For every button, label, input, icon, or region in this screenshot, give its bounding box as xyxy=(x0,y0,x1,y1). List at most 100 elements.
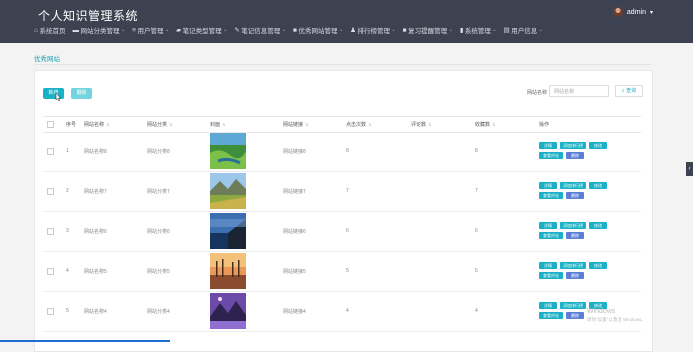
row-checkbox[interactable] xyxy=(47,188,54,195)
cell-category: 网站分类7 xyxy=(147,189,170,195)
edit-button[interactable]: 修改 xyxy=(589,182,607,189)
user-name: admin xyxy=(626,8,646,16)
cell-index: 1 xyxy=(66,148,69,154)
add-ranking-button[interactable]: 添加排行榜 xyxy=(560,262,586,269)
nav-item-label: 用户管理 xyxy=(137,28,164,35)
col-favorites[interactable]: 收藏数 ⇅ xyxy=(475,121,495,128)
cell-name: 网站名称4 xyxy=(84,309,107,315)
row-checkbox[interactable] xyxy=(47,148,54,155)
nav-item-9[interactable]: ▤ 用户信息 ⌄ xyxy=(504,25,543,35)
nav-item-label: 系统首页 xyxy=(39,28,66,35)
col-link[interactable]: 网站链接 ⇅ xyxy=(283,121,308,128)
caret-down-icon: ▾ xyxy=(649,9,653,16)
cell-index: 2 xyxy=(66,188,69,194)
nav-item-5[interactable]: ■ 优秀网站管理 ⌄ xyxy=(293,25,344,36)
nav-item-1[interactable]: ▬ 网站分类管理 ⌄ xyxy=(72,25,126,36)
edit-button[interactable]: 修改 xyxy=(589,262,607,269)
cell-index: 3 xyxy=(66,228,69,234)
detail-button[interactable]: 详情 xyxy=(539,222,557,229)
cell-category: 网站分类4 xyxy=(147,309,170,315)
delete-button[interactable]: 删除 xyxy=(71,88,92,99)
search-button[interactable]: ⌕ 查询 xyxy=(615,85,643,97)
search-input[interactable]: 网站名称 xyxy=(549,85,609,97)
nav-item-label: 笔记信息管理 xyxy=(241,28,281,35)
nav-item-label: 网站分类管理 xyxy=(80,28,120,35)
cell-clicks: 6 xyxy=(346,228,349,234)
table-row: 1 网站名称8 网站分类8 网站链接8 8 8 详情 添加排行榜 修改 查看评论 删除 xyxy=(43,131,641,172)
divider xyxy=(34,64,651,65)
nav-item-2[interactable]: ≡ 用户管理 ⌄ xyxy=(132,25,170,36)
cell-link: 网站链接5 xyxy=(283,269,306,275)
cover-image xyxy=(210,173,246,209)
col-actions: 操作 xyxy=(539,122,550,128)
nav-item-3[interactable]: ▰ 笔记类型管理 ⌄ xyxy=(176,25,227,35)
cell-category: 网站分类5 xyxy=(147,269,170,275)
cell-index: 5 xyxy=(66,308,69,314)
nav-item-label: 笔记类型管理 xyxy=(182,28,222,35)
windows-watermark: Windows 转到"设置"以激活 Windows。 xyxy=(587,308,646,324)
col-name[interactable]: 网站名称 ⇅ xyxy=(84,121,109,128)
user-menu[interactable]: admin ▾ xyxy=(612,7,653,17)
row-checkbox[interactable] xyxy=(47,228,54,235)
cell-clicks: 8 xyxy=(346,148,349,154)
view-comments-button[interactable]: 查看评论 xyxy=(539,312,563,319)
cell-link: 网站链接8 xyxy=(283,149,306,155)
cell-category: 网站分类6 xyxy=(147,229,170,235)
cell-link: 网站链接4 xyxy=(283,309,306,315)
nav-item-7[interactable]: ■ 复习提醒管理 ⌄ xyxy=(403,25,453,36)
chevron-down-icon: ⌄ xyxy=(164,27,170,33)
view-comments-button[interactable]: 查看评论 xyxy=(539,232,563,239)
chevron-down-icon: ⌄ xyxy=(120,27,126,33)
nav-item-8[interactable]: ▮ 系统管理 ⌄ xyxy=(460,25,497,35)
col-category[interactable]: 网站分类 ⇅ xyxy=(147,121,172,128)
nav-item-4[interactable]: ✎ 笔记信息管理 ⌄ xyxy=(234,25,286,35)
person-icon: ♟ xyxy=(350,27,356,34)
detail-button[interactable]: 详情 xyxy=(539,182,557,189)
chevron-down-icon: ⌄ xyxy=(338,27,344,33)
nav-item-label: 排行榜管理 xyxy=(357,28,390,35)
cell-favorites: 6 xyxy=(475,228,478,234)
sort-icon: ⇅ xyxy=(428,122,432,127)
row-checkbox[interactable] xyxy=(47,308,54,315)
side-toggle[interactable]: ‹ xyxy=(686,162,693,176)
edit-button[interactable]: 修改 xyxy=(589,222,607,229)
chevron-down-icon: ⌄ xyxy=(538,27,543,33)
col-index: 序号 xyxy=(66,122,77,128)
detail-button[interactable]: 详情 xyxy=(539,142,557,149)
row-delete-button[interactable]: 删除 xyxy=(566,272,584,279)
row-delete-button[interactable]: 删除 xyxy=(566,192,584,199)
chevron-down-icon: ⌄ xyxy=(492,27,497,33)
add-ranking-button[interactable]: 添加排行榜 xyxy=(560,302,586,309)
edit-button[interactable]: 修改 xyxy=(589,142,607,149)
col-clicks[interactable]: 点击次数 ⇅ xyxy=(346,121,371,128)
view-comments-button[interactable]: 查看评论 xyxy=(539,272,563,279)
cover-image xyxy=(210,253,246,289)
col-comments[interactable]: 评论数 ⇅ xyxy=(411,121,431,128)
view-comments-button[interactable]: 查看评论 xyxy=(539,152,563,159)
page-title: 优秀网站 xyxy=(34,56,60,63)
nav-item-label: 系统管理 xyxy=(464,28,491,35)
sort-icon: ⇅ xyxy=(222,122,226,127)
add-ranking-button[interactable]: 添加排行榜 xyxy=(560,182,586,189)
cell-name: 网站名称8 xyxy=(84,149,107,155)
row-delete-button[interactable]: 删除 xyxy=(566,152,584,159)
nav-item-label: 优秀网站管理 xyxy=(298,28,338,35)
view-comments-button[interactable]: 查看评论 xyxy=(539,192,563,199)
add-ranking-button[interactable]: 添加排行榜 xyxy=(560,222,586,229)
table-row: 4 网站名称5 网站分类5 网站链接5 5 5 详情 添加排行榜 修改 查看评论 删除 xyxy=(43,251,641,292)
detail-button[interactable]: 详情 xyxy=(539,262,557,269)
row-checkbox[interactable] xyxy=(47,268,54,275)
col-cover[interactable]: 封面 ⇅ xyxy=(210,121,225,128)
cell-favorites: 7 xyxy=(475,188,478,194)
add-ranking-button[interactable]: 添加排行榜 xyxy=(560,142,586,149)
nav-item-label: 用户信息 xyxy=(511,28,538,35)
chevron-down-icon: ⌄ xyxy=(448,27,453,33)
nav-item-6[interactable]: ♟ 排行榜管理 ⌄ xyxy=(350,25,396,35)
nav-item-0[interactable]: ⌂ 系统首页 xyxy=(34,25,66,36)
search-label: 网站名称 xyxy=(527,90,548,96)
row-delete-button[interactable]: 删除 xyxy=(566,232,584,239)
detail-button[interactable]: 详情 xyxy=(539,302,557,309)
select-all-checkbox[interactable] xyxy=(47,121,54,128)
row-delete-button[interactable]: 删除 xyxy=(566,312,584,319)
cell-name: 网站名称5 xyxy=(84,269,107,275)
